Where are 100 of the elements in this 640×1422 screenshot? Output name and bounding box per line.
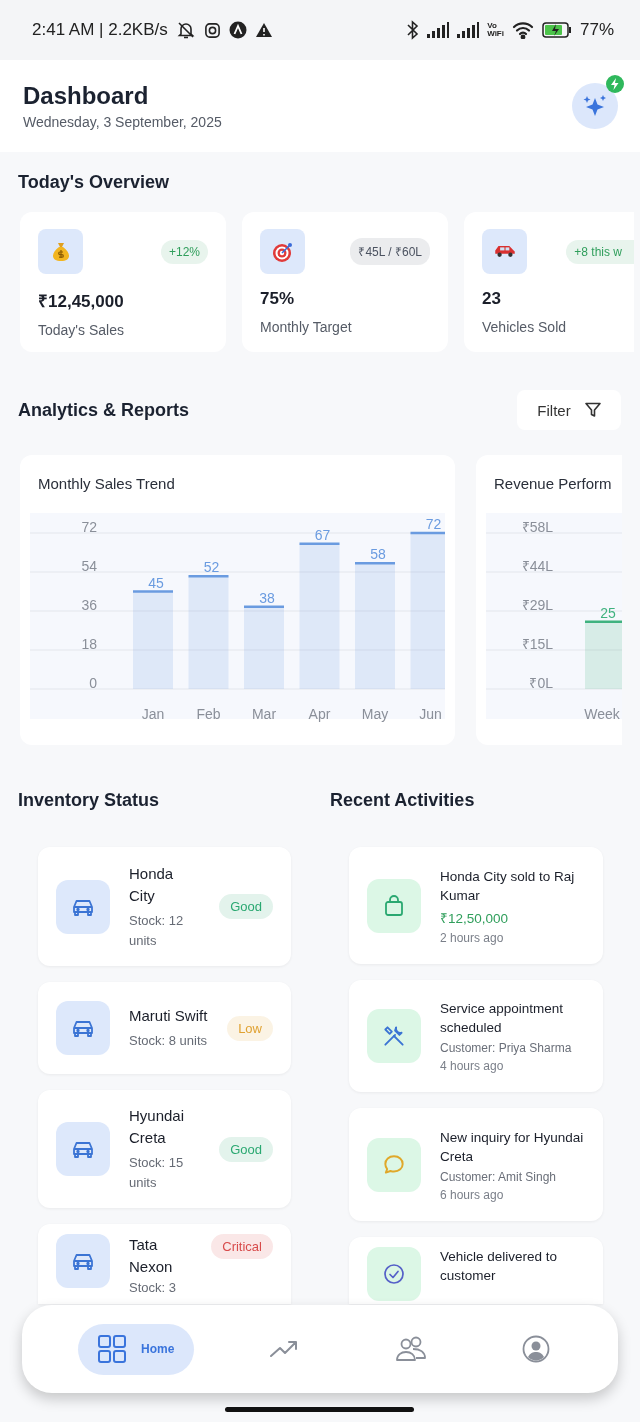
data-label: 45 (148, 574, 164, 591)
signal-icon (427, 22, 450, 38)
x-tick-label: Week (584, 706, 620, 722)
stock-label: Stock: 8 units (129, 1032, 209, 1050)
car-icon (493, 245, 516, 258)
stat-value: 75% (260, 289, 296, 309)
y-tick-label: ₹58L (521, 519, 553, 535)
inventory-card[interactable]: Hyundai Creta Stock: 15 units Good (38, 1090, 291, 1208)
tools-icon (381, 1023, 407, 1049)
stat-label: Vehicles Sold (482, 319, 568, 335)
stat-label: Monthly Target (260, 319, 353, 335)
signal-icon (457, 22, 480, 38)
stock-label: Stock: 12 units (129, 911, 185, 950)
activity-title: Service appointment scheduled (440, 1000, 565, 1037)
activity-card[interactable]: New inquiry for Hyundai Creta Customer: Amit Singh 6 hours ago (349, 1108, 603, 1221)
x-tick-label: Feb (196, 706, 221, 722)
grid-icon (97, 1334, 128, 1364)
page-title: Dashboard (23, 82, 150, 110)
stat-value: 23 (482, 289, 502, 309)
x-tick-label: Jan (141, 706, 165, 722)
status-badge: Critical (211, 1234, 273, 1259)
ai-assistant-button[interactable] (572, 83, 618, 129)
trend-icon (269, 1339, 300, 1359)
inventory-card[interactable]: Tata Nexon Stock: 3 Critical (38, 1224, 291, 1304)
section-title: Recent Activities (329, 789, 476, 811)
date-label: Wednesday, 3 September, 2025 (23, 114, 223, 130)
status-badge: Low (227, 1015, 273, 1041)
vowifi-label: Vo (487, 22, 498, 30)
section-title: Inventory Status (17, 789, 161, 811)
y-tick-label: ₹0L (529, 675, 553, 691)
amount-label: ₹12,50,000 (440, 909, 510, 927)
stat-label: Today's Sales (38, 322, 125, 338)
vehicle-name: Maruti Swift (129, 1006, 209, 1026)
chart-title: Revenue Perform (493, 475, 613, 492)
activity-card[interactable]: Vehicle delivered to customer (349, 1237, 603, 1304)
people-icon (394, 1336, 427, 1362)
profile-icon (522, 1335, 551, 1363)
car-icon (72, 1018, 94, 1038)
activity-title: Honda City sold to Raj Kumar (440, 867, 576, 905)
x-tick-label: May (361, 706, 389, 722)
y-tick-label: ₹44L (521, 558, 553, 574)
x-tick-label: Mar (251, 706, 277, 722)
trend-badge: +8 this w (566, 239, 634, 264)
warning-icon (254, 22, 273, 38)
vehicle-name: Tata Nexon (129, 1235, 174, 1277)
y-tick-label: 0 (89, 675, 97, 691)
vehicle-name: Honda City (129, 863, 175, 906)
y-tick-label: 54 (81, 558, 97, 574)
battery-icon (541, 22, 572, 38)
filter-button[interactable]: Filter (517, 390, 621, 430)
bolt-badge-icon (606, 75, 624, 93)
data-label: 38 (259, 589, 275, 606)
activity-card[interactable]: Service appointment scheduled Customer: Priya Sharma 4 hours ago (349, 980, 603, 1092)
instagram-icon (203, 21, 221, 39)
data-label: 52 (203, 559, 220, 576)
data-label: 25 (600, 604, 616, 621)
trend-badge: ₹45L / ₹60L (350, 238, 430, 265)
time-label: 6 hours ago (440, 1187, 505, 1202)
stat-value: ₹12,45,000 (38, 291, 125, 312)
customer-label: Customer: Amit Singh (440, 1169, 558, 1184)
nav-tab[interactable]: Home (77, 1323, 194, 1375)
check-circle-icon (382, 1262, 406, 1286)
y-tick-label: ₹29L (521, 597, 553, 613)
x-tick-label: Apr (308, 706, 331, 722)
vehicle-name: Hyundai Creta (129, 1106, 186, 1148)
time-label: 2 hours ago (440, 930, 505, 945)
vowifi-label: WiFi (487, 30, 504, 38)
activity-title: New inquiry for Hyundai Creta (440, 1128, 585, 1166)
muted-bell-icon (175, 20, 196, 40)
stock-label: Stock: 15 units (129, 1154, 185, 1192)
inventory-card[interactable]: Maruti Swift Stock: 8 units Low (38, 982, 291, 1074)
x-tick-label: Jun (419, 706, 442, 722)
bar (583, 620, 622, 691)
customer-label: Customer: Priya Sharma (440, 1041, 573, 1055)
bluetooth-icon (407, 20, 420, 40)
stock-label: Stock: 3 (129, 1279, 177, 1297)
status-badge: Good (219, 1136, 273, 1162)
data-label: 67 (314, 526, 331, 543)
time-label: 4 hours ago (440, 1059, 505, 1073)
section-title: Today's Overview (17, 171, 170, 193)
data-label: 72 (425, 516, 442, 532)
shopping-bag-icon (382, 893, 406, 918)
app-icon (228, 21, 247, 39)
battery-percent: 77% (579, 20, 614, 40)
chart-title: Monthly Sales Trend (37, 475, 176, 492)
status-badge: Good (219, 894, 273, 919)
activity-card[interactable]: Honda City sold to Raj Kumar ₹12,50,000 2 hours ago (349, 847, 603, 964)
y-tick-label: ₹15L (521, 636, 553, 652)
data-label: 58 (370, 546, 386, 563)
section-title: Analytics & Reports (17, 399, 190, 421)
y-tick-label: 72 (81, 519, 97, 535)
wifi-icon (511, 21, 534, 39)
y-tick-label: 18 (81, 636, 97, 652)
inventory-card[interactable]: Honda City Stock: 12 units Good (38, 847, 291, 966)
filter-icon (584, 402, 601, 418)
status-time: 2:41 AM | 2.2KB/s (32, 20, 168, 40)
y-tick-label: 36 (81, 597, 97, 613)
activity-title: Vehicle delivered to customer (440, 1248, 559, 1285)
car-icon (72, 1251, 94, 1271)
car-icon (72, 1139, 94, 1159)
